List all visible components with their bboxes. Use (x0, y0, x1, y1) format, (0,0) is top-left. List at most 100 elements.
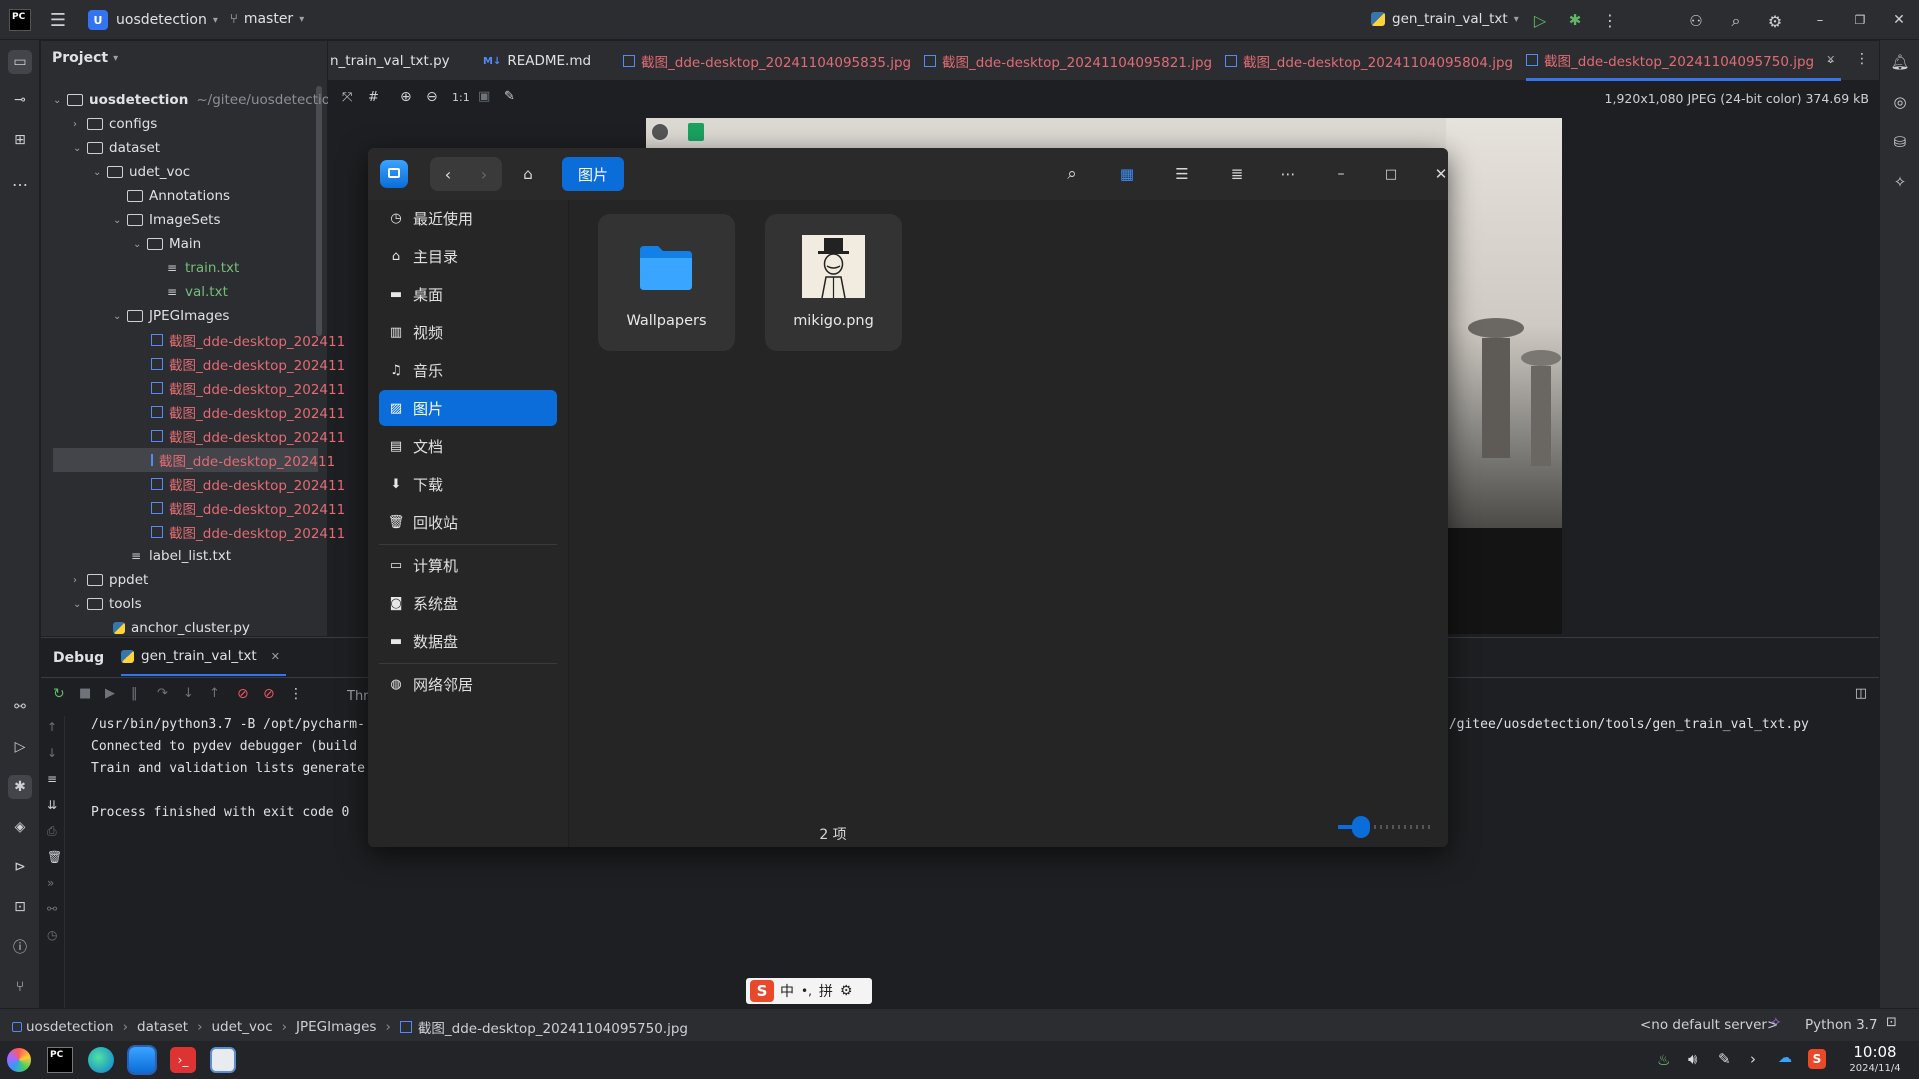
sync-tray-icon[interactable]: ☁ (1778, 1050, 1792, 1066)
plugin-icon[interactable]: ✧ (1888, 170, 1912, 194)
back-arrow-icon[interactable]: ‹ (430, 157, 466, 191)
location-crumb-button[interactable]: 图片 (562, 157, 625, 191)
view-breakpoints-icon[interactable]: ⊘ (237, 686, 249, 702)
python-console-icon[interactable]: ⚯ (8, 695, 32, 719)
terminal-icon[interactable]: ⊡ (8, 895, 32, 919)
tree-row-file[interactable]: ≡ label_list.txt (131, 544, 231, 568)
sidebar-item-system-disk[interactable]: ◙ 系统盘 (379, 585, 557, 621)
tree-row-image[interactable]: 截图_dde-desktop_202411 (151, 328, 345, 352)
add-user-icon[interactable]: ⚇ (1685, 10, 1707, 32)
tree-row-image[interactable]: 截图_dde-desktop_202411 (151, 496, 345, 520)
launcher-icon[interactable] (7, 1048, 31, 1072)
debug-bug-icon[interactable]: ✱ (1565, 10, 1585, 30)
list-view-icon[interactable]: ☰ (1165, 157, 1199, 191)
project-folder-icon[interactable]: ▭ (8, 50, 32, 74)
clock-date[interactable]: 2024/11/4 (1845, 1063, 1905, 1074)
tree-row-image[interactable]: 截图_dde-desktop_202411 (151, 376, 345, 400)
plugin-icon[interactable]: ✧ (1770, 1015, 1782, 1031)
tree-row-folder[interactable]: ⌄ dataset (73, 136, 160, 160)
pycharm-app-icon[interactable]: PC (47, 1047, 73, 1073)
tree-row-folder[interactable]: ⌄ ImageSets (113, 208, 220, 232)
project-panel-header[interactable]: Project ▾ (52, 50, 118, 66)
clock-time[interactable]: 10:08 (1845, 1043, 1905, 1061)
commit-icon[interactable]: ⊸ (8, 88, 32, 112)
close-tab-icon[interactable]: ✕ (271, 650, 280, 663)
tree-row-folder[interactable]: ⌄ tools (73, 592, 142, 616)
sidebar-item-network[interactable]: ◍ 网络邻居 (379, 666, 557, 702)
sidebar-item-desktop[interactable]: ▬ 桌面 (379, 276, 557, 312)
database-icon[interactable]: ⛁ (1888, 130, 1912, 154)
zoom-out-icon[interactable]: ⊖ (426, 89, 438, 105)
sidebar-item-videos[interactable]: ▥ 视频 (379, 314, 557, 350)
up-arrow-icon[interactable]: ↑ (47, 720, 57, 734)
tree-row-image[interactable]: 截图_dde-desktop_202411 (151, 424, 345, 448)
breadcrumb-item[interactable]: uosdetection (26, 1019, 114, 1035)
rerun-icon[interactable]: ↻ (53, 686, 65, 702)
tree-view-icon[interactable]: ≣ (1220, 157, 1254, 191)
tree-row-folder[interactable]: ⌄ JPEGImages (113, 304, 229, 328)
tree-row-file[interactable]: ≡ train.txt (167, 256, 239, 280)
breadcrumb-item[interactable]: dataset (137, 1019, 188, 1035)
search-icon[interactable]: ⌕ (1055, 157, 1089, 191)
debug-session-tab[interactable]: gen_train_val_txt ✕ (121, 638, 286, 676)
sidebar-item-music[interactable]: ♫ 音乐 (379, 352, 557, 388)
tab-image-active[interactable]: 截图_dde-desktop_20241104095750.jpg ✕ (1526, 41, 1842, 81)
close-icon[interactable]: ✕ (1424, 157, 1448, 191)
close-icon[interactable]: ✕ (1889, 10, 1909, 30)
server-indicator[interactable]: <no default server> (1640, 1017, 1778, 1033)
tab-image[interactable]: 截图_dde-desktop_20241104095804.jpg (1225, 41, 1513, 81)
run-config-selector[interactable]: gen_train_val_txt ▾ (1371, 11, 1519, 27)
sidebar-item-documents[interactable]: ▤ 文档 (379, 428, 557, 464)
tree-row-file[interactable]: ≡ val.txt (167, 280, 228, 304)
breadcrumb-item[interactable]: udet_voc (211, 1019, 272, 1035)
problems-icon[interactable]: ⓘ (8, 935, 32, 959)
tree-row-root[interactable]: ⌄ uosdetection ~/gitee/uosdetection (53, 88, 339, 112)
search-icon[interactable]: ⌕ (1725, 10, 1747, 32)
ime-input[interactable]: 拼 (819, 981, 833, 1001)
edge-browser-icon[interactable] (88, 1047, 114, 1073)
main-menu-icon[interactable]: ☰ (48, 10, 68, 31)
sogou-logo-icon[interactable]: S (750, 980, 774, 1002)
volume-icon[interactable]: 🔊︎ (1688, 1050, 1697, 1068)
color-picker-icon[interactable]: ✎ (504, 89, 515, 104)
breadcrumb-item[interactable]: 截图_dde-desktop_20241104095750.jpg (418, 1017, 688, 1037)
sidebar-item-computer[interactable]: ▭ 计算机 (379, 547, 557, 583)
python-prompt-icon[interactable]: ⚯ (47, 902, 57, 916)
tree-row-folder[interactable]: Annotations (113, 184, 230, 208)
zoom-in-icon[interactable]: ⊕ (400, 89, 412, 105)
tree-row-image[interactable]: 截图_dde-desktop_202411 (151, 352, 345, 376)
sogou-tray-icon[interactable]: S (1808, 1049, 1826, 1069)
image-item-mikigo[interactable]: mikigo.png (765, 214, 902, 351)
terminal-app-icon[interactable]: ›_ (170, 1047, 196, 1073)
more-horizontal-icon[interactable]: … (8, 168, 32, 192)
file-manager-app-icon[interactable] (129, 1047, 155, 1073)
ime-settings-icon[interactable]: ⚙ (840, 983, 853, 999)
layers-icon[interactable]: ◈ (8, 815, 32, 839)
run-icon[interactable]: ▷ (8, 735, 32, 759)
mute-breakpoints-icon[interactable]: ⊘ (263, 686, 275, 702)
trash-icon[interactable]: 🗑︎ (47, 850, 62, 864)
forward-arrow-icon[interactable]: › (466, 157, 502, 191)
vcs-branch-selector[interactable]: ⑂ master ▾ (230, 11, 304, 27)
more-vertical-icon[interactable]: ⋮ (1855, 51, 1869, 67)
tab-python-file[interactable]: n_train_val_txt.py (330, 41, 450, 81)
tree-row-folder[interactable]: › ppdet (73, 568, 148, 592)
more-options-icon[interactable]: ⋯ (1271, 157, 1305, 191)
print-icon[interactable]: ⎙ (47, 824, 57, 839)
services-icon[interactable]: ⊳ (8, 855, 32, 879)
sidebar-item-home[interactable]: ⌂ 主目录 (379, 238, 557, 274)
minimize-icon[interactable]: – (1810, 10, 1830, 30)
interpreter-indicator[interactable]: Python 3.7 (1805, 1017, 1878, 1033)
history-icon[interactable]: ◷ (47, 928, 57, 942)
sidebar-item-trash[interactable]: 🗑︎ 回收站 (379, 504, 557, 540)
run-icon[interactable]: ▷ (1530, 10, 1550, 30)
stop-icon[interactable]: ■ (79, 686, 91, 701)
tree-row-image[interactable]: 截图_dde-desktop_202411 (151, 520, 345, 544)
breadcrumb-item[interactable]: JPEGImages (296, 1019, 376, 1035)
minimize-icon[interactable]: – (1324, 157, 1358, 191)
sidebar-item-pictures[interactable]: ▨ 图片 (379, 390, 557, 426)
scroll-to-end-icon[interactable]: ⇊ (47, 798, 57, 812)
debug-bug-icon[interactable]: ✱ (8, 775, 32, 799)
project-selector[interactable]: U uosdetection ▾ (88, 10, 218, 30)
network-tray-icon[interactable]: ♨ (1657, 1051, 1670, 1069)
